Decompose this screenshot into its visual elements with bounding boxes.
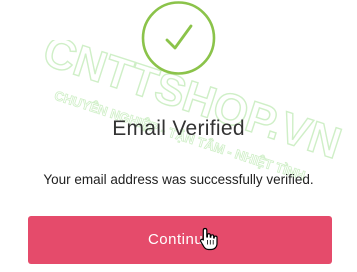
page-title: Email Verified [112,117,245,140]
continue-button-label: Continue [147,231,213,248]
email-verified-screen: CNTTSHOP.VN CHUYÊN NGHIỆP - TẬN TÂM - NH… [0,0,357,272]
continue-button[interactable]: Continue [28,216,332,264]
check-circle-icon [141,1,216,75]
verification-message: Your email address was successfully veri… [43,172,314,187]
